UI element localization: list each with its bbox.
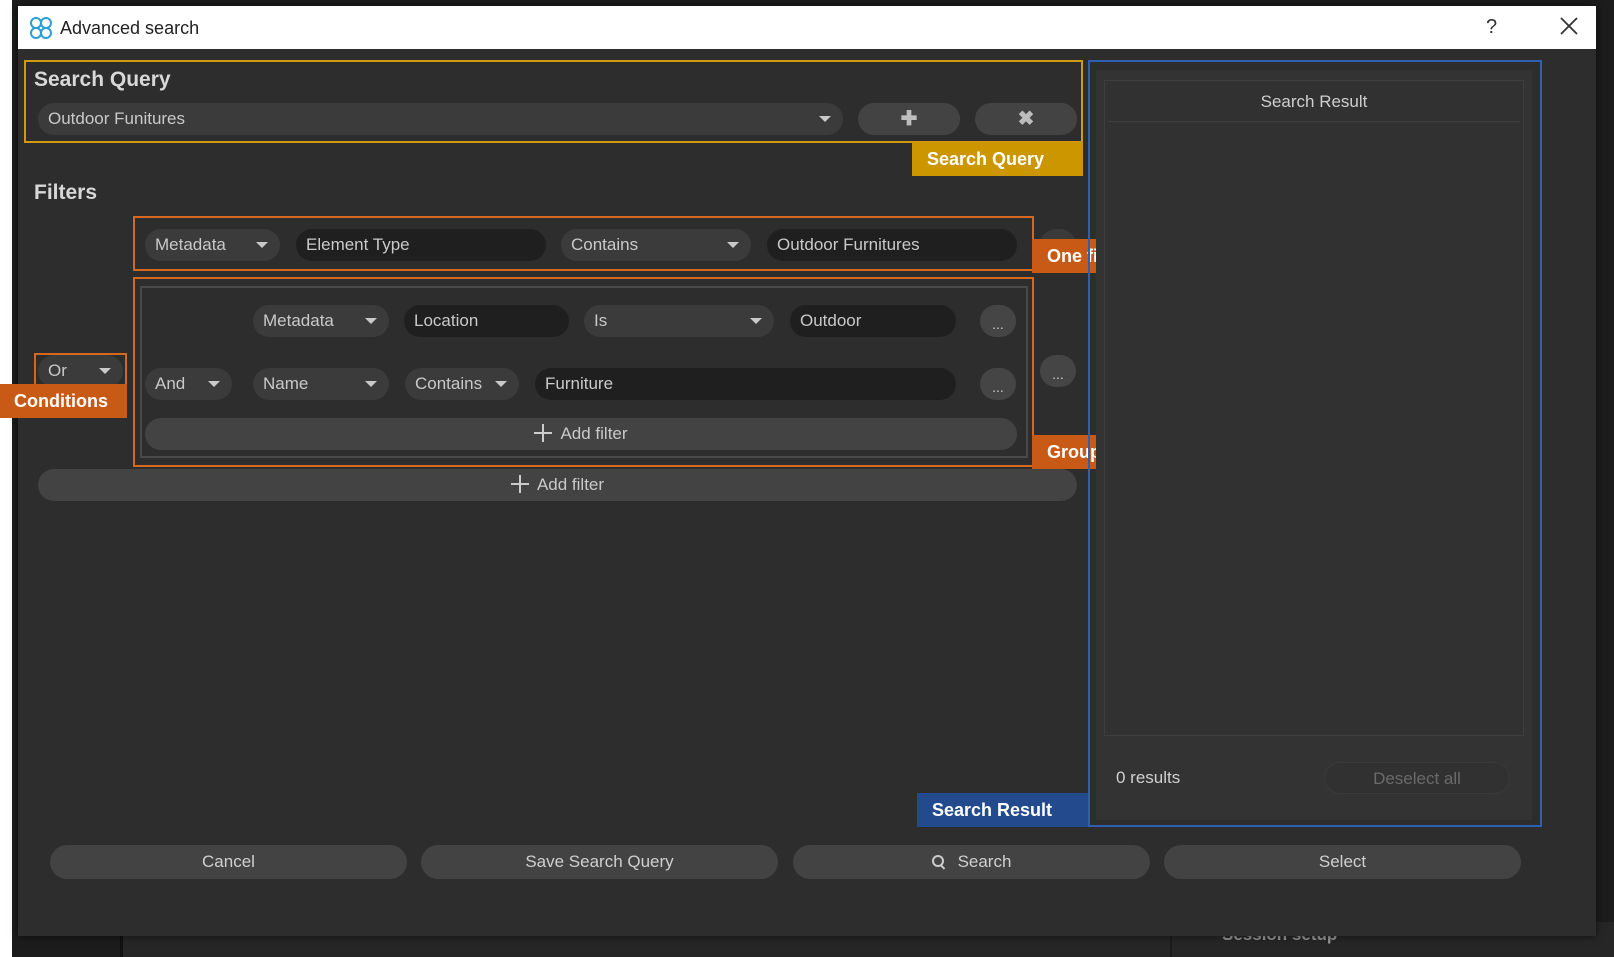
group-row1-field-value: Location — [414, 311, 479, 330]
plus-icon — [534, 424, 553, 442]
add-filter-button[interactable]: Add filter — [38, 469, 1077, 501]
filter-field-input[interactable]: Element Type — [296, 229, 546, 261]
title-bar: Advanced search ? — [18, 6, 1596, 49]
conditions-annotation: Conditions — [0, 384, 127, 418]
add-filter-label: Add filter — [536, 475, 605, 494]
group-row2-conjunction-select[interactable]: And — [145, 368, 232, 400]
group-row1-field-input[interactable]: Location — [404, 305, 569, 337]
filters-heading: Filters — [34, 181, 98, 204]
filter-source-select[interactable]: Metadata — [145, 229, 280, 261]
chevron-down-icon — [727, 242, 739, 248]
add-query-button[interactable]: ✚ — [858, 103, 960, 135]
group-row1-value-text: Outdoor — [800, 311, 862, 330]
group-row1-operator-value: Is — [594, 311, 608, 330]
search-button-label: Search — [957, 852, 1012, 871]
group-row1-source-value: Metadata — [263, 311, 334, 330]
cancel-button[interactable]: Cancel — [50, 845, 407, 879]
search-result-annotation: Search Result — [917, 793, 1088, 827]
chevron-down-icon — [208, 381, 220, 387]
save-search-query-button[interactable]: Save Search Query — [421, 845, 778, 879]
chevron-down-icon — [750, 318, 762, 324]
filter-operator-value: Contains — [571, 235, 639, 254]
search-query-value: Outdoor Funitures — [48, 109, 186, 128]
help-button[interactable]: ? — [1486, 16, 1497, 39]
filter-operator-select[interactable]: Contains — [561, 229, 751, 261]
group-row2-field-value: Name — [263, 374, 309, 393]
group-row2-operator-select[interactable]: Contains — [405, 368, 519, 400]
chevron-down-icon — [365, 381, 377, 387]
group-more-button[interactable]: ... — [1040, 355, 1076, 387]
group-row2-operator-value: Contains — [415, 374, 483, 393]
chevron-down-icon — [819, 116, 831, 122]
filter-value-text: Outdoor Furnitures — [777, 235, 920, 254]
search-button[interactable]: Search — [793, 845, 1150, 879]
search-query-annotation: Search Query — [912, 142, 1083, 176]
group-row2-value-input[interactable]: Furniture — [535, 368, 956, 400]
search-query-select[interactable]: Outdoor Funitures — [38, 103, 843, 135]
app-logo-icon — [30, 17, 52, 39]
search-icon — [931, 855, 944, 867]
window-title: Advanced search — [60, 18, 200, 38]
group-row1-value-input[interactable]: Outdoor — [790, 305, 956, 337]
group-add-filter-label: Add filter — [560, 424, 628, 443]
select-button[interactable]: Select — [1164, 845, 1521, 879]
filter-source-value: Metadata — [155, 235, 226, 254]
group-row1-more-button[interactable]: ... — [980, 305, 1016, 337]
group-row2-value-text: Furniture — [545, 374, 614, 393]
group-add-filter-button[interactable]: Add filter — [145, 418, 1017, 450]
chevron-down-icon — [495, 381, 507, 387]
search-result-highlight — [1088, 60, 1542, 827]
delete-query-button[interactable]: ✖ — [975, 103, 1077, 135]
group-row1-source-select[interactable]: Metadata — [253, 305, 389, 337]
filter-value-input[interactable]: Outdoor Furnitures — [767, 229, 1017, 261]
chevron-down-icon — [256, 242, 268, 248]
chevron-down-icon — [365, 318, 377, 324]
close-icon[interactable] — [1558, 15, 1580, 37]
group-row2-conjunction-value: And — [155, 374, 186, 393]
group-row2-more-button[interactable]: ... — [980, 368, 1016, 400]
background-window-edge — [0, 0, 12, 957]
group-row1-operator-select[interactable]: Is — [584, 305, 774, 337]
group-row2-field-select[interactable]: Name — [253, 368, 389, 400]
filter-field-value: Element Type — [306, 235, 410, 254]
search-query-heading: Search Query — [34, 68, 171, 91]
plus-icon — [510, 475, 529, 493]
